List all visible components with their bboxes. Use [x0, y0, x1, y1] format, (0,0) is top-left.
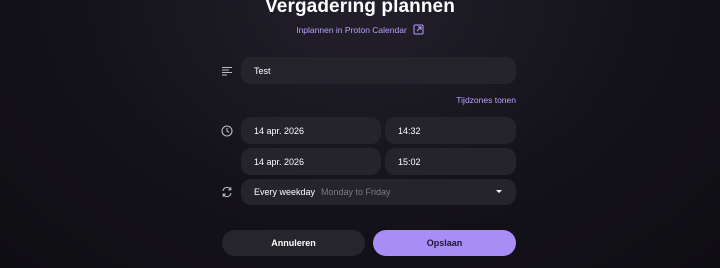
end-time-field[interactable]: 15:02 [385, 148, 516, 175]
start-date-field[interactable]: 14 apr. 2026 [241, 117, 381, 144]
text-lines-icon [220, 64, 234, 78]
external-link-icon [413, 24, 424, 35]
schedule-in-calendar-link[interactable]: Inplannen in Proton Calendar [0, 24, 720, 35]
meeting-title-value: Test [254, 65, 271, 76]
end-time-value: 15:02 [398, 156, 421, 167]
repeat-icon [220, 185, 234, 199]
meeting-title-input[interactable]: Test [241, 57, 516, 84]
recurrence-detail: Monday to Friday [321, 187, 391, 197]
show-timezones-link[interactable]: Tijdzones tonen [456, 95, 516, 105]
page-title: Vergadering plannen [265, 0, 455, 17]
clock-icon [220, 124, 234, 138]
save-button[interactable]: Opslaan [373, 230, 516, 256]
cancel-button[interactable]: Annuleren [222, 230, 365, 256]
start-time-field[interactable]: 14:32 [385, 117, 516, 144]
recurrence-value: Every weekday [254, 187, 316, 197]
start-time-value: 14:32 [398, 125, 421, 136]
recurrence-select[interactable]: Every weekday Monday to Friday [241, 179, 516, 205]
schedule-link-label: Inplannen in Proton Calendar [296, 24, 407, 35]
end-date-value: 14 apr. 2026 [254, 156, 305, 167]
caret-down-icon [496, 190, 502, 193]
end-date-field[interactable]: 14 apr. 2026 [241, 148, 381, 175]
start-date-value: 14 apr. 2026 [254, 125, 305, 136]
